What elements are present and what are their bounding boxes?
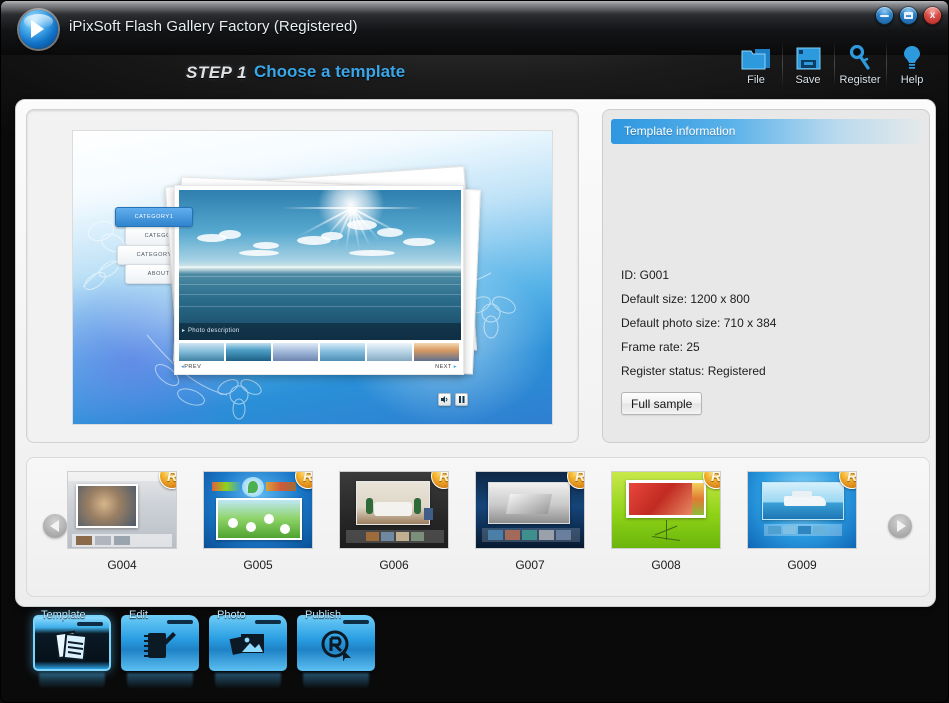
key-icon xyxy=(834,41,886,71)
file-label: File xyxy=(747,74,765,86)
nav-tab-template[interactable]: Template xyxy=(33,609,111,689)
preview-category-1-active: CATEGORY1 xyxy=(115,207,193,227)
main-content-panel: CATEGORY1 CATEGORY1 CATEGORY2 CATEGORY3 … xyxy=(15,99,936,607)
template-preview-panel: CATEGORY1 CATEGORY1 CATEGORY2 CATEGORY3 … xyxy=(26,109,579,443)
save-button[interactable]: Save xyxy=(782,35,834,87)
template-thumb-g004[interactable]: R G004 xyxy=(67,471,177,572)
registered-badge: R xyxy=(295,472,312,489)
info-line-id: ID: G001 xyxy=(621,268,670,282)
registered-badge: R xyxy=(431,472,448,489)
preview-photo-description: Photo description xyxy=(179,323,461,340)
full-sample-button[interactable]: Full sample xyxy=(621,392,703,415)
bottom-navigation: Template Edit Photo Publish xyxy=(1,607,948,702)
save-label: Save xyxy=(795,74,821,86)
nav-tab-publish-label: Publish xyxy=(305,609,342,621)
lightbulb-icon xyxy=(886,41,938,71)
template-thumb-caption: G009 xyxy=(787,558,817,572)
carousel-prev-arrow-icon[interactable] xyxy=(43,514,67,538)
nav-tab-photo-label: Photo xyxy=(217,609,246,621)
nav-tab-edit[interactable]: Edit xyxy=(121,609,199,689)
nav-tab-photo[interactable]: Photo xyxy=(209,609,287,689)
publish-target-icon xyxy=(297,629,375,666)
template-preview-stage[interactable]: CATEGORY1 CATEGORY1 CATEGORY2 CATEGORY3 … xyxy=(72,130,553,425)
template-carousel: R G004 R G005 R G006 R G007 R G008 R G00… xyxy=(26,457,930,597)
template-thumb-g005[interactable]: R G005 xyxy=(203,471,313,572)
folder-icon xyxy=(730,41,782,71)
photos-icon xyxy=(209,629,287,666)
template-thumb-g008[interactable]: R G008 xyxy=(611,471,721,572)
close-button[interactable]: x xyxy=(923,6,942,25)
template-thumb-g006[interactable]: R G006 xyxy=(339,471,449,572)
nav-tab-publish[interactable]: Publish xyxy=(297,609,375,689)
documents-icon xyxy=(33,629,111,666)
info-line-default-size: Default size: 1200 x 800 xyxy=(621,292,750,306)
help-label: Help xyxy=(900,74,924,86)
step-title: Choose a template xyxy=(254,62,406,81)
template-information-heading: Template information xyxy=(611,119,923,144)
step-number: STEP 1 xyxy=(186,63,247,82)
template-thumb-caption: G006 xyxy=(379,558,409,572)
preview-photo: Photo description xyxy=(179,190,461,340)
preview-volume-button xyxy=(438,393,451,406)
info-line-photo-size: Default photo size: 710 x 384 xyxy=(621,316,777,330)
template-thumbnail-list: R G004 R G005 R G006 R G007 R G008 R G00… xyxy=(67,471,892,572)
notebook-pencil-icon xyxy=(121,629,199,666)
preview-next-link: NEXT xyxy=(435,364,457,370)
toolbar: File Save Register Help xyxy=(730,35,938,87)
preview-card-front: Photo description PREV NEXT xyxy=(174,185,464,375)
template-thumb-caption: G004 xyxy=(107,558,137,572)
app-title: iPixSoft Flash Gallery Factory (Register… xyxy=(69,18,358,35)
window-controls: x xyxy=(875,6,942,25)
nav-tab-template-label: Template xyxy=(41,609,86,621)
info-line-frame-rate: Frame rate: 25 xyxy=(621,340,700,354)
preview-prev-link: PREV xyxy=(181,364,201,370)
file-button[interactable]: File xyxy=(730,35,782,86)
template-thumb-g009[interactable]: R G009 xyxy=(747,471,857,572)
info-line-register-status: Register status: Registered xyxy=(621,364,766,378)
preview-nav-row: PREV NEXT xyxy=(179,361,459,375)
play-circle-icon xyxy=(19,10,58,49)
help-button[interactable]: Help xyxy=(886,35,938,87)
template-thumb-g007[interactable]: R G007 xyxy=(475,471,585,572)
preview-thumbnail-strip xyxy=(179,343,459,361)
template-thumb-caption: G005 xyxy=(243,558,273,572)
register-label: Register xyxy=(839,74,881,86)
nav-tab-edit-label: Edit xyxy=(129,609,148,621)
preview-pause-button xyxy=(455,393,468,406)
register-button[interactable]: Register xyxy=(834,35,886,87)
floppy-disk-icon xyxy=(782,41,834,71)
registered-badge: R xyxy=(159,472,176,489)
maximize-button[interactable] xyxy=(899,6,918,25)
template-thumb-caption: G007 xyxy=(515,558,545,572)
minimize-button[interactable] xyxy=(875,6,894,25)
template-thumb-caption: G008 xyxy=(651,558,681,572)
step-header: STEP 1 Choose a template File Save Regis… xyxy=(1,41,948,99)
application-window: iPixSoft Flash Gallery Factory (Register… xyxy=(0,0,949,703)
